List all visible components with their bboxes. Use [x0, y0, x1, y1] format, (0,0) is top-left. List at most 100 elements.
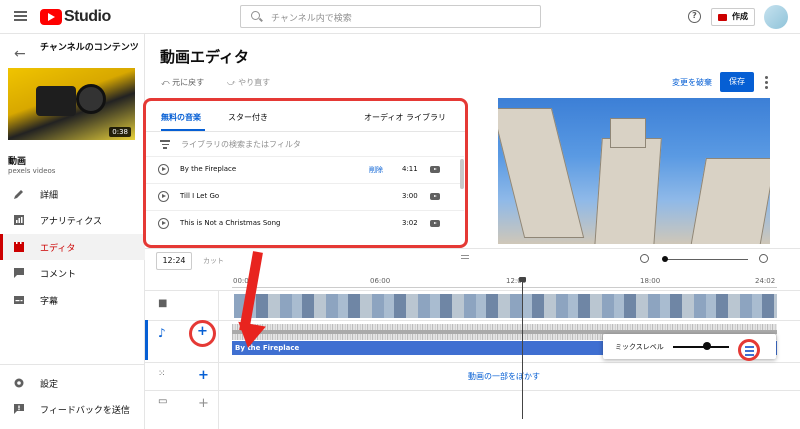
redo-button[interactable]: ⤻ やり直す: [227, 77, 270, 88]
undo-button[interactable]: ⤺ 元に戻す: [161, 77, 204, 88]
gear-icon: [14, 378, 24, 388]
tab-free-music[interactable]: 無料の音楽: [161, 112, 201, 123]
cut-button[interactable]: カット: [203, 256, 224, 266]
track-name: Till I Let Go: [180, 192, 220, 200]
sidebar-item-label: フィードバックを送信: [40, 406, 130, 416]
avatar[interactable]: [764, 5, 788, 29]
timecode-field[interactable]: 12:24: [156, 252, 192, 270]
search-placeholder: チャンネル内で検索: [271, 14, 352, 24]
zoom-slider[interactable]: [664, 259, 748, 260]
video-thumbnail[interactable]: 0:38: [8, 68, 135, 140]
sidebar-item-label: 詳細: [40, 191, 59, 201]
sidebar-item-subtitles[interactable]: 字幕: [0, 287, 145, 313]
timeline-divider: [145, 248, 800, 249]
lane-divider: [145, 290, 800, 291]
youtube-icon[interactable]: [430, 220, 440, 227]
undo-icon: ⤺: [161, 78, 173, 87]
tab-audio-library[interactable]: オーディオ ライブラリ: [364, 112, 446, 123]
preview-building-right: [690, 158, 770, 244]
add-audio-button[interactable]: +: [197, 324, 208, 339]
end-screen-icon: ▭: [158, 396, 168, 407]
search-input[interactable]: チャンネル内で検索: [240, 5, 541, 28]
scrollbar[interactable]: [460, 159, 464, 189]
sidebar-item-analytics[interactable]: アナリティクス: [0, 207, 145, 233]
undo-label: 元に戻す: [172, 78, 205, 87]
list-item[interactable]: This is Not a Christmas Song 3:02: [146, 210, 464, 237]
discard-changes-button[interactable]: 変更を破棄: [672, 77, 712, 88]
sidebar-divider: [0, 364, 145, 365]
play-icon[interactable]: [158, 218, 169, 229]
video-preview[interactable]: [498, 98, 770, 244]
tune-icon[interactable]: [738, 339, 760, 361]
sidebar-item-label: コメント: [40, 270, 77, 280]
video-subtitle: pexels videos: [8, 167, 56, 175]
music-note-icon: ♪: [158, 326, 166, 340]
search-icon: [251, 11, 260, 20]
zoom-out-icon[interactable]: [640, 254, 649, 263]
video-title: 動画: [8, 157, 27, 167]
ruler-label: 24:02: [755, 277, 776, 285]
list-item[interactable]: By the Fireplace 削除 4:11: [146, 156, 464, 183]
playhead[interactable]: [519, 277, 526, 419]
sidebar-item-label: 字幕: [40, 297, 59, 307]
thumbnail-camera: [36, 86, 76, 116]
sidebar-item-editor[interactable]: エディタ: [0, 234, 145, 260]
help-icon[interactable]: ?: [688, 10, 701, 23]
sidebar-item-comments[interactable]: コメント: [0, 260, 145, 286]
ruler-label: 06:00: [370, 277, 391, 285]
mix-level-label: ミックスレベル: [615, 343, 664, 351]
video-filmstrip[interactable]: [232, 294, 777, 318]
redo-icon: ⤻: [227, 78, 239, 87]
create-button[interactable]: 作成: [711, 8, 755, 26]
tab-starred[interactable]: スター付き: [228, 112, 268, 123]
track-name: This is Not a Christmas Song: [180, 219, 281, 227]
track-duration: 3:02: [402, 219, 418, 227]
play-icon[interactable]: [158, 191, 169, 202]
menu-icon[interactable]: [14, 11, 27, 21]
editor-icon: [14, 242, 24, 252]
add-end-screen-button[interactable]: +: [198, 396, 209, 411]
mix-level-knob[interactable]: [702, 342, 711, 350]
preview-building-left: [498, 108, 585, 238]
analytics-icon: [14, 215, 24, 225]
lane-divider: [145, 390, 800, 391]
preview-tower-top: [610, 118, 646, 148]
sidebar-item-label: エディタ: [40, 244, 76, 254]
pencil-icon: [14, 190, 23, 199]
sidebar-item-label: 設定: [40, 380, 59, 390]
thumbnail-lens: [76, 84, 106, 114]
subtitles-icon: [14, 296, 24, 304]
youtube-icon[interactable]: [430, 166, 440, 173]
channel-content-link[interactable]: チャンネルのコンテンツ: [40, 42, 140, 54]
resize-handle[interactable]: [461, 255, 469, 261]
comment-icon: [14, 268, 24, 278]
lane-divider: [145, 362, 800, 363]
studio-label: Studio: [64, 8, 111, 25]
add-blur-button[interactable]: +: [198, 368, 209, 383]
sidebar-item-feedback[interactable]: フィードバックを送信: [0, 396, 145, 422]
video-camera-icon: ■: [158, 298, 168, 309]
audio-library-panel: 無料の音楽 スター付き オーディオ ライブラリ ライブラリの検索またはフィルタ …: [143, 98, 468, 248]
mix-level-slider[interactable]: [673, 346, 729, 348]
list-item[interactable]: Till I Let Go 3:00: [146, 183, 464, 210]
youtube-logo[interactable]: [40, 9, 62, 25]
youtube-icon[interactable]: [430, 193, 440, 200]
save-button[interactable]: 保存: [720, 72, 754, 92]
back-arrow-icon[interactable]: ←: [14, 46, 26, 62]
lane-header-divider: [218, 290, 219, 429]
zoom-slider-knob[interactable]: [662, 256, 668, 262]
duration-badge: 0:38: [109, 127, 131, 137]
more-options-icon[interactable]: [765, 76, 768, 91]
blur-part-link[interactable]: 動画の一部をぼかす: [468, 371, 540, 382]
redo-label: やり直す: [238, 78, 271, 87]
zoom-in-icon[interactable]: [759, 254, 768, 263]
sidebar-item-settings[interactable]: 設定: [0, 370, 145, 396]
sidebar-item-details[interactable]: 詳細: [0, 181, 145, 207]
sidebar-item-label: アナリティクス: [40, 217, 103, 227]
top-bar: Studio チャンネル内で検索 ? 作成: [0, 0, 800, 34]
filter-input[interactable]: ライブラリの検索またはフィルタ: [181, 139, 301, 150]
play-icon[interactable]: [158, 164, 169, 175]
filter-icon[interactable]: [160, 140, 170, 151]
panel-divider: [146, 131, 465, 132]
delete-button[interactable]: 削除: [369, 165, 383, 175]
